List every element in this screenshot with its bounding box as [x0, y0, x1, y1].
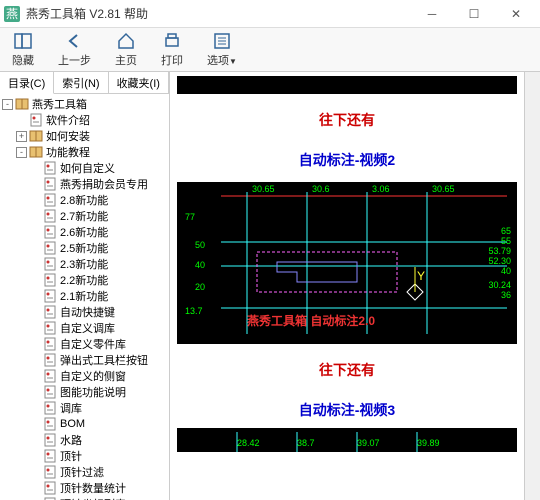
- tree-node[interactable]: 2.2新功能: [2, 272, 167, 288]
- tree-view[interactable]: -燕秀工具箱软件介绍+如何安装-功能教程如何自定义燕秀捐助会员专用2.8新功能2…: [0, 94, 169, 500]
- home-button[interactable]: 主页: [109, 29, 143, 70]
- tree-node[interactable]: BOM: [2, 416, 167, 432]
- tree-node[interactable]: 如何自定义: [2, 160, 167, 176]
- print-button[interactable]: 打印: [155, 29, 189, 70]
- window-title: 燕秀工具箱 V2.81 帮助: [26, 5, 412, 22]
- watermark: 燕秀工具箱 自动标注2.0: [247, 312, 375, 329]
- back-icon: [65, 31, 85, 51]
- tab-index[interactable]: 索引(N): [54, 72, 108, 93]
- tree-node[interactable]: 自定义的侧窗: [2, 368, 167, 384]
- black-bar: [177, 76, 517, 94]
- vertical-scrollbar[interactable]: [524, 72, 540, 500]
- tree-node[interactable]: 2.7新功能: [2, 208, 167, 224]
- tree-node[interactable]: 自动快捷键: [2, 304, 167, 320]
- tree-node[interactable]: 软件介绍: [2, 112, 167, 128]
- tree-node[interactable]: -燕秀工具箱: [2, 96, 167, 112]
- sidebar: 目录(C) 索引(N) 收藏夹(I) -燕秀工具箱软件介绍+如何安装-功能教程如…: [0, 72, 170, 500]
- tree-node[interactable]: 弹出式工具栏按钮: [2, 352, 167, 368]
- cad-preview-3: 28.42 38.7 39.07 39.89: [177, 428, 517, 452]
- hide-icon: [13, 31, 33, 51]
- more-below-text: 往下还有: [170, 98, 524, 142]
- svg-text:Y: Y: [417, 269, 425, 283]
- tab-favorites[interactable]: 收藏夹(I): [109, 72, 169, 93]
- hide-button[interactable]: 隐藏: [6, 29, 40, 70]
- cad-preview-2: Y 30.65 30.6 3.06 30.65 77 50 40 20 13.7…: [177, 182, 517, 344]
- tree-node[interactable]: 水路: [2, 432, 167, 448]
- app-icon: 燕: [4, 6, 20, 22]
- tree-node[interactable]: 自定义调库: [2, 320, 167, 336]
- tree-node[interactable]: 2.1新功能: [2, 288, 167, 304]
- back-button[interactable]: 上一步: [52, 29, 97, 70]
- tree-node[interactable]: 燕秀捐助会员专用: [2, 176, 167, 192]
- toolbar: 隐藏 上一步 主页 打印 选项▼: [0, 28, 540, 72]
- home-icon: [116, 31, 136, 51]
- svg-text:燕: 燕: [6, 7, 18, 21]
- tab-contents[interactable]: 目录(C): [0, 72, 54, 94]
- content-pane[interactable]: 往下还有 自动标注-视频2 Y 30.65 30.6 3.06 30.65: [170, 72, 524, 500]
- tree-node[interactable]: 2.8新功能: [2, 192, 167, 208]
- tree-node[interactable]: 自定义零件库: [2, 336, 167, 352]
- tree-node[interactable]: 2.6新功能: [2, 224, 167, 240]
- tree-node[interactable]: 顶针数量统计: [2, 480, 167, 496]
- options-button[interactable]: 选项▼: [201, 29, 243, 70]
- more-below-text-2: 往下还有: [170, 348, 524, 392]
- print-icon: [162, 31, 182, 51]
- tree-node[interactable]: +如何安装: [2, 128, 167, 144]
- tree-node[interactable]: 顶针: [2, 448, 167, 464]
- tree-node[interactable]: 2.3新功能: [2, 256, 167, 272]
- close-button[interactable]: ✕: [496, 3, 536, 25]
- maximize-button[interactable]: ☐: [454, 3, 494, 25]
- tree-node[interactable]: 调库: [2, 400, 167, 416]
- video-title-3: 自动标注-视频3: [170, 392, 524, 428]
- video-title-2: 自动标注-视频2: [170, 142, 524, 178]
- minimize-button[interactable]: ─: [412, 3, 452, 25]
- tree-node[interactable]: 顶针过滤: [2, 464, 167, 480]
- titlebar: 燕 燕秀工具箱 V2.81 帮助 ─ ☐ ✕: [0, 0, 540, 28]
- tree-node[interactable]: 图能功能说明: [2, 384, 167, 400]
- sidebar-tabs: 目录(C) 索引(N) 收藏夹(I): [0, 72, 169, 94]
- options-icon: [212, 31, 232, 51]
- tree-node[interactable]: -功能教程: [2, 144, 167, 160]
- tree-node[interactable]: 顶针坐标列表: [2, 496, 167, 500]
- tree-node[interactable]: 2.5新功能: [2, 240, 167, 256]
